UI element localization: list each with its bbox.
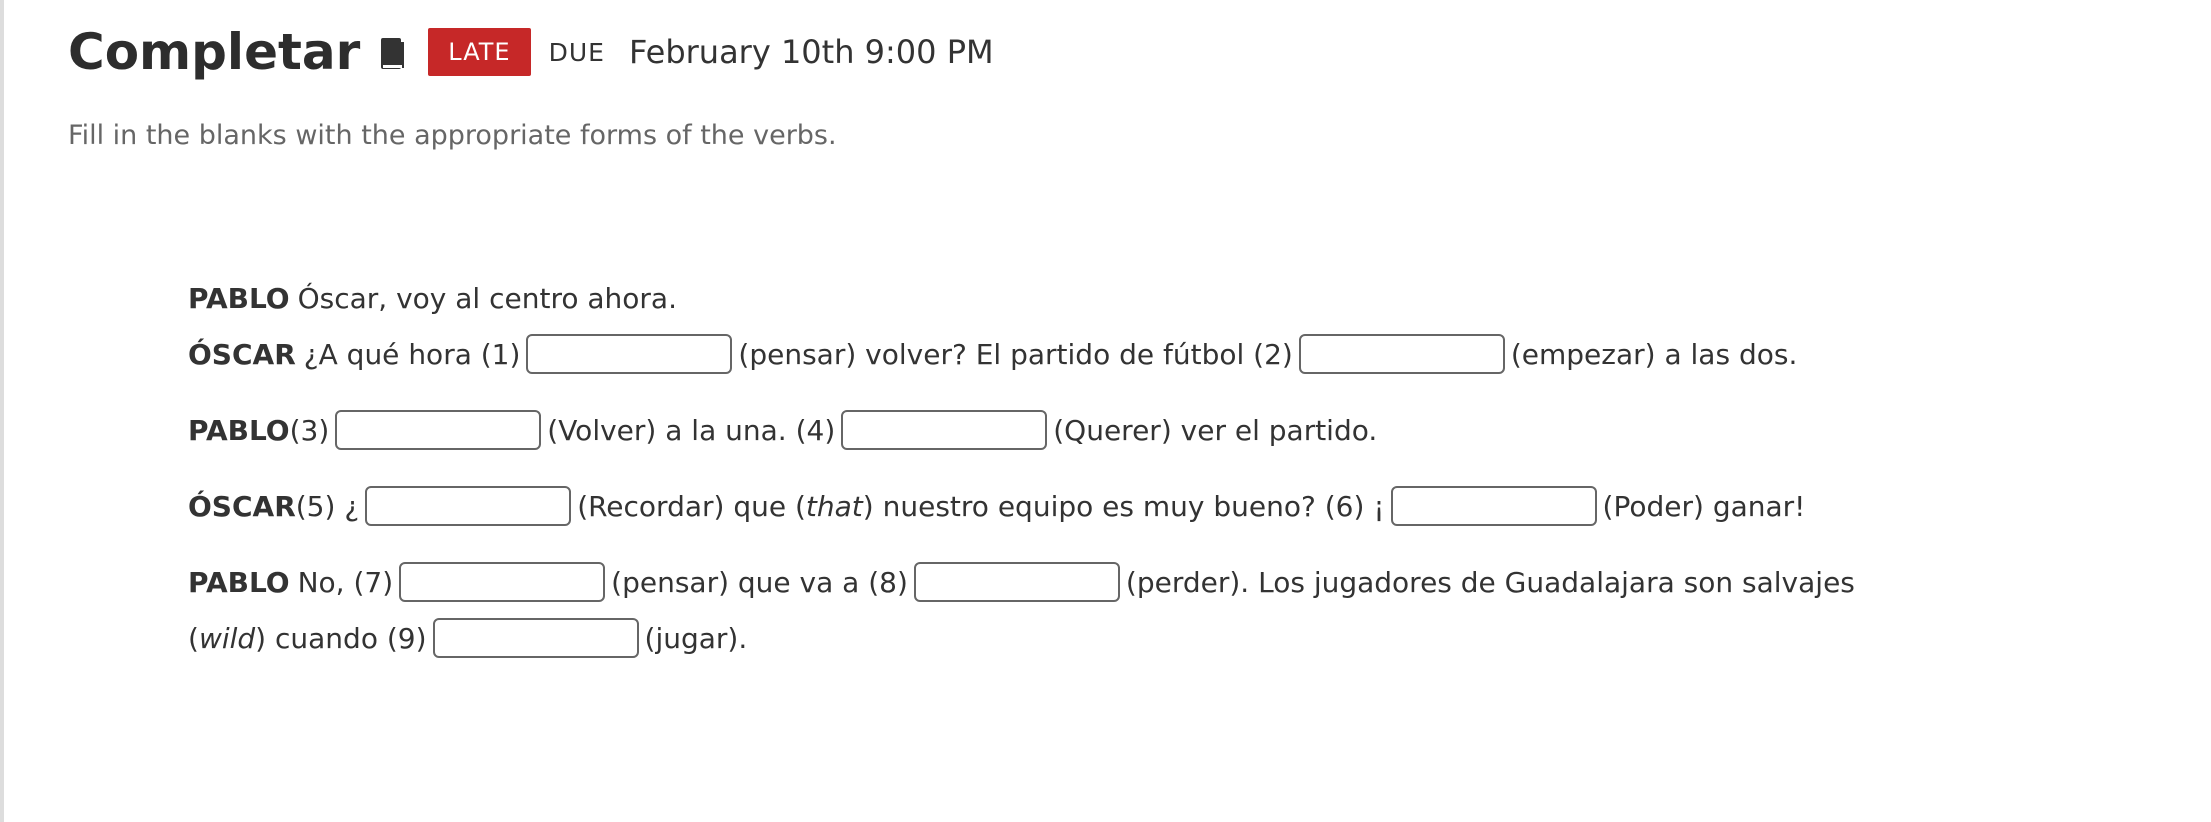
dialogue-text: (Volver) a la una. (4) xyxy=(547,413,836,447)
dialogue-text: (Poder) ganar! xyxy=(1602,489,1806,523)
blank-input-6[interactable] xyxy=(1390,486,1597,526)
blank-input-8[interactable] xyxy=(913,562,1120,602)
page-title: Completar xyxy=(68,23,361,81)
dialogue-text: (Recordar) que ( xyxy=(577,489,806,523)
dialogue-text: (3) xyxy=(289,413,330,447)
speaker-label: PABLO xyxy=(188,565,290,599)
speaker-label: PABLO xyxy=(188,413,290,447)
dialogue-text: No, (7) xyxy=(297,565,394,599)
dialogue-text: (pensar) que va a (8) xyxy=(611,565,908,599)
speaker-label: PABLO xyxy=(188,281,290,315)
dialogue-text: (5) ¿ xyxy=(295,489,360,523)
dialogue-text: Óscar, voy al centro ahora. xyxy=(297,281,677,315)
blank-input-7[interactable] xyxy=(399,562,606,602)
dialogue-text: ( xyxy=(188,621,199,655)
instructions: Fill in the blanks with the appropriate … xyxy=(68,120,837,151)
blank-input-1[interactable] xyxy=(526,334,733,374)
italic-gloss: wild xyxy=(198,621,256,655)
dialogue-text: (jugar). xyxy=(644,621,748,655)
due-date: February 10th 9:00 PM xyxy=(628,33,994,71)
late-badge: LATE xyxy=(428,28,531,76)
dialogue-text: ) nuestro equipo es muy bueno? (6) ¡ xyxy=(862,489,1385,523)
dialogue-line-2: ÓSCAR ¿A qué hora (1) (pensar) volver? E… xyxy=(188,332,1855,376)
italic-gloss: that xyxy=(805,489,863,523)
assignment-header: Completar LATE DUE February 10th 9:00 PM xyxy=(68,18,994,86)
speaker-label: ÓSCAR xyxy=(188,337,296,371)
dialogue-text: (Querer) ver el partido. xyxy=(1053,413,1378,447)
dialogue-text: (pensar) volver? El partido de fútbol (2… xyxy=(738,337,1293,371)
blank-input-9[interactable] xyxy=(432,618,639,658)
dialogue-line-6: (wild) cuando (9) (jugar). xyxy=(188,616,1855,660)
dialogue-text: (empezar) a las dos. xyxy=(1510,337,1798,371)
speaker-label: ÓSCAR xyxy=(188,489,296,523)
dialogue-line-3: PABLO (3) (Volver) a la una. (4) (Querer… xyxy=(188,408,1855,452)
left-border xyxy=(0,0,4,822)
blank-input-3[interactable] xyxy=(335,410,542,450)
dialogue-text: ¿A qué hora (1) xyxy=(303,337,521,371)
blank-input-4[interactable] xyxy=(841,410,1048,450)
dialogue-line-5: PABLO No, (7) (pensar) que va a (8) (per… xyxy=(188,560,1855,604)
dialogue-exercise: PABLO Óscar, voy al centro ahora. ÓSCAR … xyxy=(188,276,1855,660)
dialogue-line-4: ÓSCAR (5) ¿ (Recordar) que (that) nuestr… xyxy=(188,484,1855,528)
dialogue-text: ) cuando (9) xyxy=(255,621,427,655)
due-label: DUE xyxy=(548,37,605,67)
blank-input-5[interactable] xyxy=(365,486,572,526)
blank-input-2[interactable] xyxy=(1298,334,1505,374)
dialogue-line-1: PABLO Óscar, voy al centro ahora. xyxy=(188,276,1855,320)
book-icon xyxy=(378,36,408,72)
dialogue-text: (perder). Los jugadores de Guadalajara s… xyxy=(1125,565,1855,599)
